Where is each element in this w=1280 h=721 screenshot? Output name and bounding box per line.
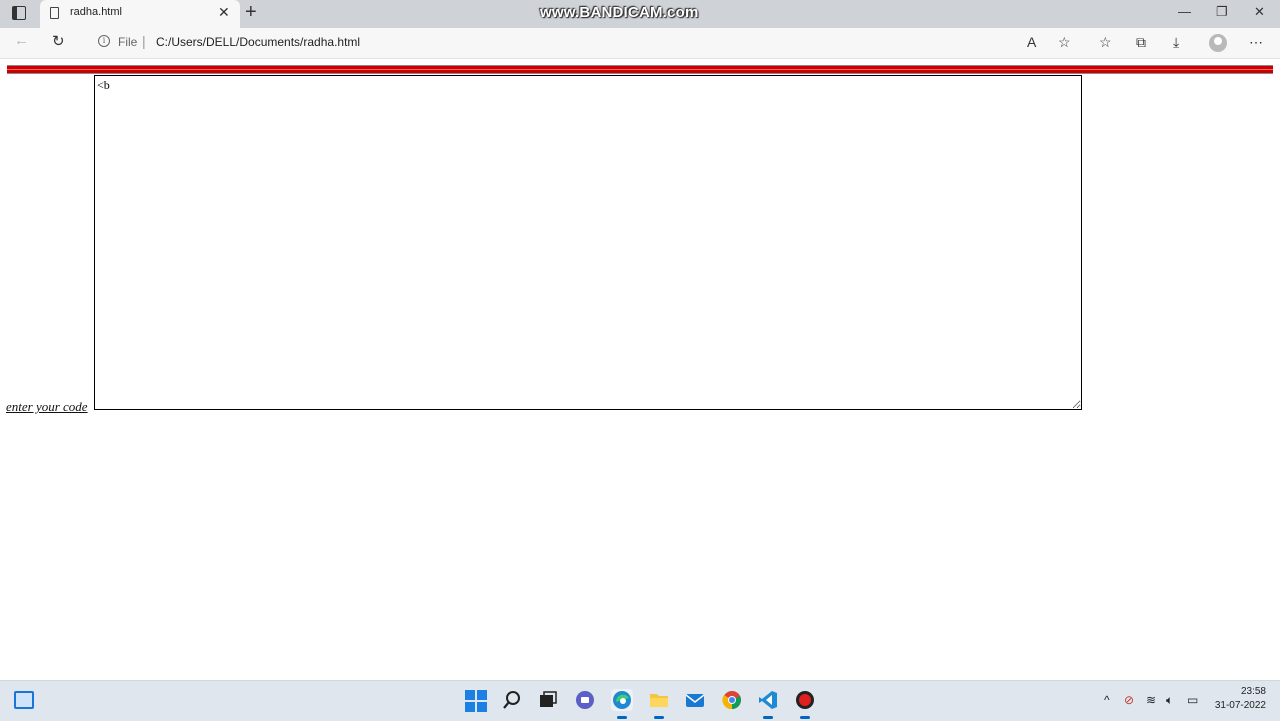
bandicam-watermark: www.BANDICAM.com: [540, 4, 699, 21]
clock-time: 23:58: [1240, 686, 1266, 697]
bandicam-record-icon[interactable]: [794, 689, 816, 719]
favorites-icon[interactable]: ☆: [1099, 34, 1112, 51]
close-icon[interactable]: ✕: [1254, 4, 1265, 20]
clock[interactable]: 23:58 31-07-2022: [1212, 685, 1266, 713]
address-separator: |: [142, 33, 146, 49]
windows-start-icon[interactable]: [465, 690, 487, 712]
red-horizontal-rule: [7, 65, 1273, 74]
read-aloud-icon[interactable]: A: [1027, 34, 1036, 50]
edge-icon[interactable]: [611, 689, 633, 719]
clock-date: 31-07-2022: [1214, 700, 1266, 711]
code-textarea[interactable]: <b: [94, 75, 1082, 410]
network-warning-icon[interactable]: ⊘: [1124, 693, 1134, 707]
collections-icon[interactable]: ⧉: [1136, 34, 1146, 51]
tab-close-icon[interactable]: ✕: [218, 4, 230, 21]
tab-actions-icon[interactable]: [12, 6, 26, 20]
show-hidden-icons-icon[interactable]: ^: [1104, 693, 1110, 707]
back-icon[interactable]: ←: [14, 32, 29, 49]
volume-icon[interactable]: 🔈︎: [1166, 693, 1173, 708]
battery-icon[interactable]: ▭: [1187, 693, 1198, 707]
vscode-icon[interactable]: [757, 689, 779, 719]
browser-titlebar: radha.html ✕ + www.BANDICAM.com — ❐ ✕: [0, 0, 1280, 28]
mail-icon[interactable]: [684, 689, 706, 711]
chrome-icon[interactable]: [721, 689, 743, 711]
tab-title: radha.html: [70, 6, 122, 18]
taskbar: ^ ⊘ ≋ 🔈︎ ▭ 23:58 31-07-2022: [0, 680, 1280, 721]
search-icon[interactable]: [501, 689, 523, 711]
widgets-icon[interactable]: [14, 691, 34, 709]
profile-icon[interactable]: [1209, 34, 1227, 52]
page-icon: [50, 7, 59, 19]
teams-chat-icon[interactable]: [574, 689, 596, 711]
task-view-icon[interactable]: [537, 689, 559, 711]
tab-radha[interactable]: radha.html ✕: [40, 0, 240, 28]
security-label: File: [118, 35, 138, 49]
code-label: enter your code: [6, 399, 88, 414]
more-icon[interactable]: ⋯: [1249, 34, 1263, 51]
address-bar[interactable]: C:/Users/DELL/Documents/radha.html: [156, 35, 360, 49]
file-explorer-icon[interactable]: [648, 689, 670, 719]
browser-toolbar: ← ↻ i File | C:/Users/DELL/Documents/rad…: [0, 28, 1280, 59]
restore-icon[interactable]: ❐: [1216, 4, 1228, 20]
reload-icon[interactable]: ↻: [52, 32, 65, 50]
new-tab-button[interactable]: +: [245, 1, 257, 24]
wifi-icon[interactable]: ≋: [1146, 693, 1156, 707]
downloads-icon[interactable]: ⤓: [1173, 34, 1179, 51]
minimize-icon[interactable]: —: [1178, 4, 1191, 19]
add-favorite-icon[interactable]: ☆: [1058, 34, 1071, 51]
info-icon[interactable]: i: [98, 35, 110, 47]
